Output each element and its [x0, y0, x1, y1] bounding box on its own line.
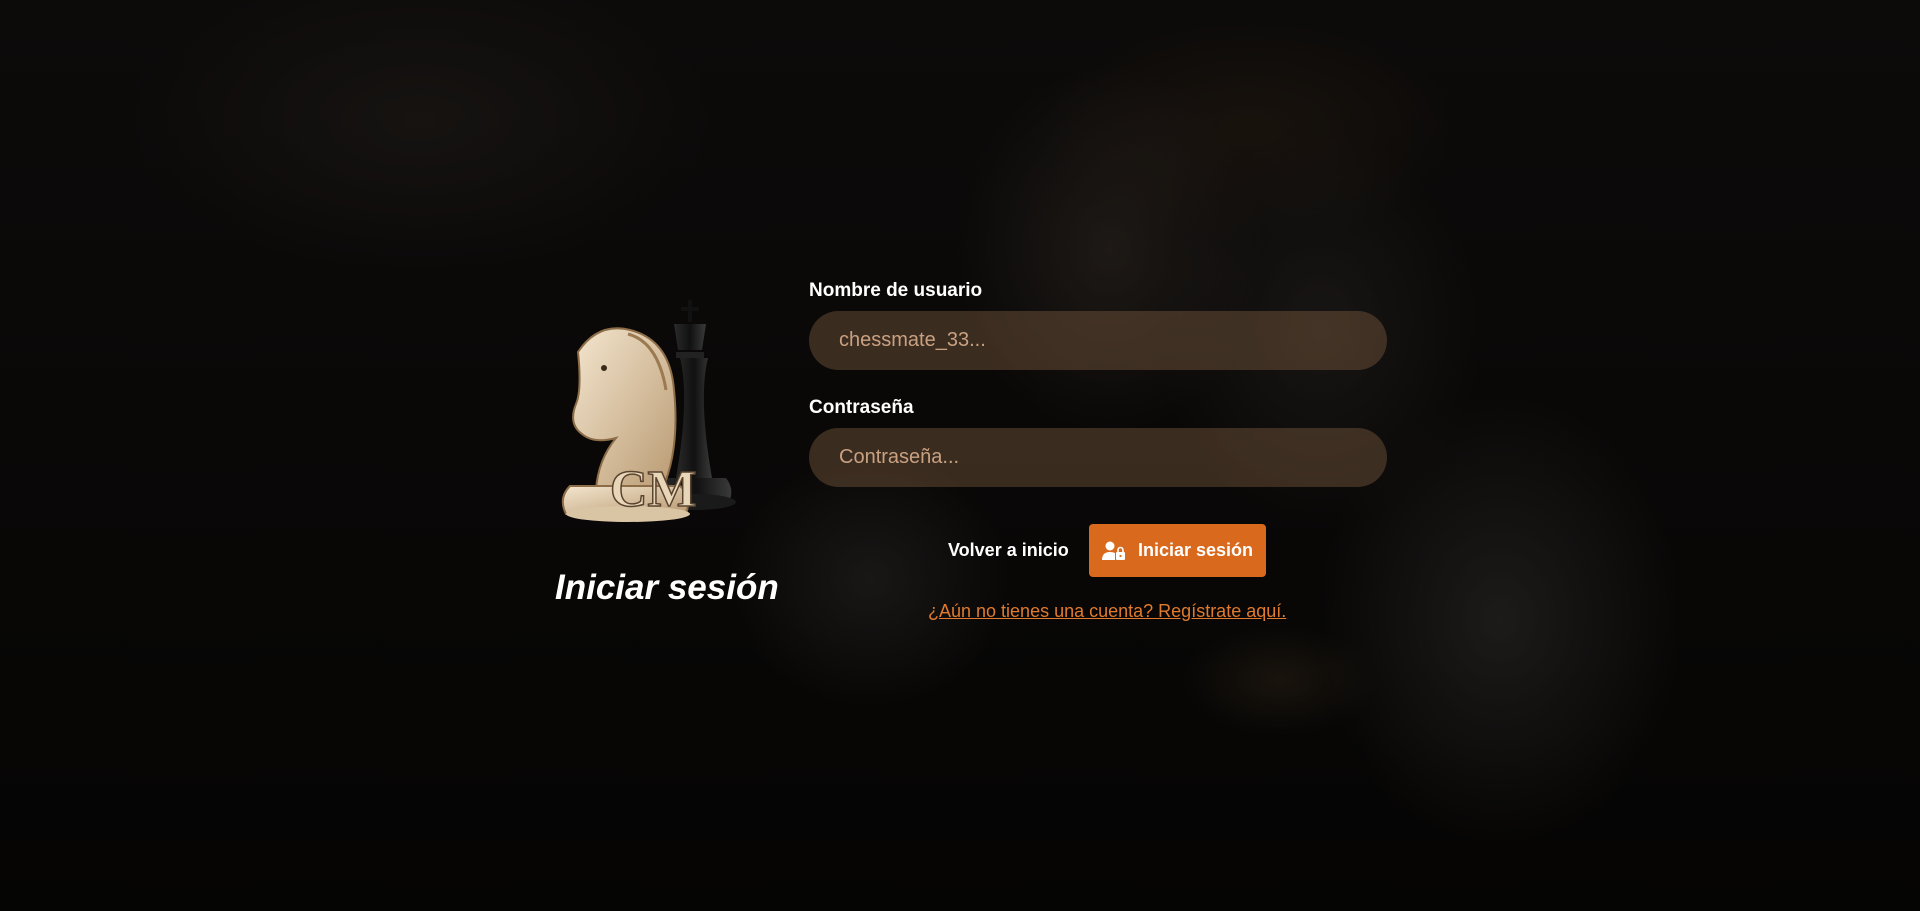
password-label: Contraseña	[809, 397, 914, 418]
login-form: Nombre de usuario Contraseña	[809, 280, 1387, 514]
page-title: Iniciar sesión	[555, 568, 779, 607]
svg-text:CM: CM	[610, 461, 697, 518]
back-home-link[interactable]: Volver a inicio	[948, 540, 1069, 561]
user-lock-icon	[1101, 541, 1125, 560]
form-actions: Volver a inicio Iniciar sesión	[809, 524, 1387, 577]
logo-area: CM	[548, 292, 768, 532]
chess-logo-icon: CM	[561, 300, 736, 522]
username-label: Nombre de usuario	[809, 280, 983, 301]
login-button[interactable]: Iniciar sesión	[1089, 524, 1266, 577]
password-field-group: Contraseña	[809, 397, 1387, 487]
password-input[interactable]	[809, 428, 1387, 487]
login-button-label: Iniciar sesión	[1137, 540, 1254, 560]
register-link[interactable]: ¿Aún no tienes una cuenta? Regístrate aq…	[928, 601, 1286, 622]
username-input[interactable]	[809, 311, 1387, 370]
username-field-group: Nombre de usuario	[809, 280, 1387, 370]
